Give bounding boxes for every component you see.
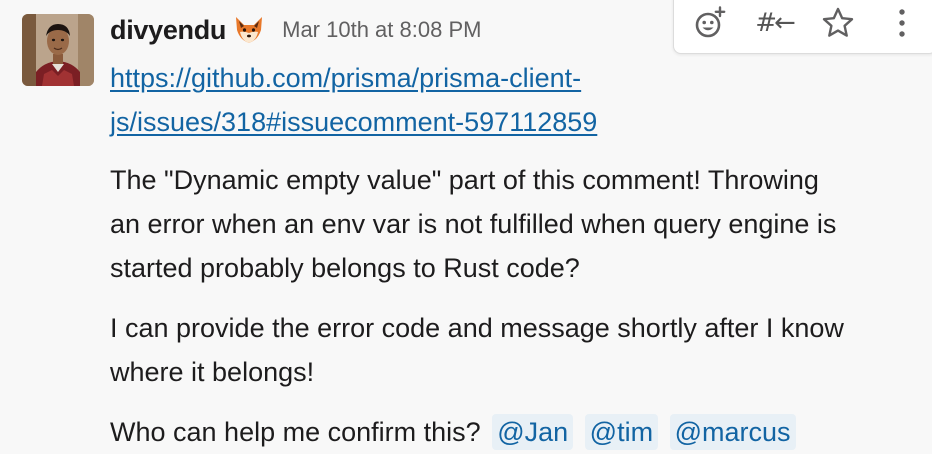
star-button[interactable]: [816, 3, 860, 43]
paragraph-1-line-2: an error when an env var is not fulfille…: [110, 209, 837, 239]
message-body: https://github.com/prisma/prisma-client-…: [110, 56, 920, 454]
paragraph-3-text: Who can help me confirm this?: [110, 417, 481, 447]
message-actions-toolbar: #←: [673, 0, 932, 54]
mention-tim[interactable]: @tim: [584, 414, 659, 450]
reply-in-thread-icon: #←: [755, 8, 796, 38]
issue-link[interactable]: https://github.com/prisma/prisma-client-…: [110, 56, 920, 144]
fox-emoji-icon: [234, 16, 264, 44]
avatar[interactable]: [22, 14, 94, 86]
add-reaction-icon: [695, 6, 726, 38]
paragraph-2: I can provide the error code and message…: [110, 306, 920, 394]
message-header: divyendu Mar 10th at 8:08 PM: [110, 12, 481, 48]
paragraph-1-line-1: The "Dynamic empty value" part of this c…: [110, 165, 819, 195]
reply-in-thread-button[interactable]: #←: [752, 3, 796, 43]
paragraph-2-line-1: I can provide the error code and message…: [110, 313, 844, 343]
issue-link-line-1: https://github.com/prisma/prisma-client-: [110, 63, 582, 93]
issue-link-line-2: js/issues/318#issuecomment-597112859: [110, 107, 598, 137]
timestamp[interactable]: Mar 10th at 8:08 PM: [282, 17, 481, 43]
message-row: divyendu Mar 10th at 8:08 PM https://git…: [0, 0, 932, 454]
avatar-image: [22, 14, 94, 86]
paragraph-3: Who can help me confirm this? @Jan @tim …: [110, 410, 920, 454]
sender-name[interactable]: divyendu: [110, 15, 226, 46]
mention-jan[interactable]: @Jan: [492, 414, 574, 450]
paragraph-1: The "Dynamic empty value" part of this c…: [110, 158, 920, 290]
paragraph-1-line-3: started probably belongs to Rust code?: [110, 253, 580, 283]
mention-marcus[interactable]: @marcus: [669, 414, 796, 450]
more-options-button[interactable]: [880, 3, 924, 43]
more-options-icon: [899, 9, 905, 37]
paragraph-2-line-2: where it belongs!: [110, 357, 315, 387]
add-reaction-button[interactable]: [688, 3, 732, 43]
star-icon: [822, 7, 854, 37]
